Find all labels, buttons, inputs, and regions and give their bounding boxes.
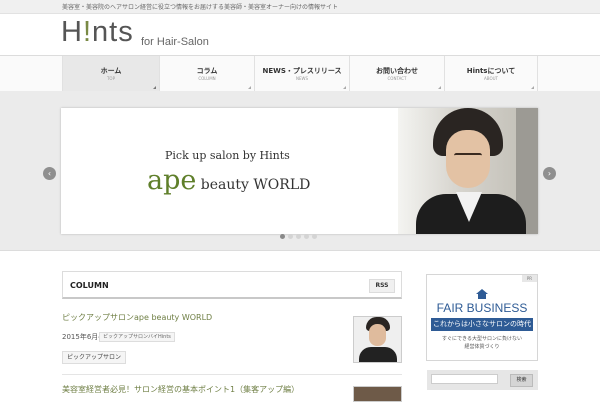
photo-face xyxy=(446,130,490,188)
post-divider xyxy=(62,374,402,375)
post-thumbnail[interactable] xyxy=(353,316,402,363)
site-tagline: 美容室・美容院のヘアサロン経営に役立つ情報をお届けする美容師・美容室オーナー向け… xyxy=(62,4,339,11)
site-logo[interactable]: H!nts xyxy=(61,18,134,47)
thumb-body xyxy=(359,347,397,362)
house-icon xyxy=(476,289,488,299)
slider-pagination xyxy=(280,224,320,239)
nav-item-label: NEWS・プレスリリース xyxy=(262,67,342,75)
nav-item-label: Hintsについて xyxy=(466,67,516,75)
slide-kicker: Pick up salon by Hints xyxy=(165,149,290,162)
photo-eyes xyxy=(454,153,482,158)
logo-h: H xyxy=(61,16,83,48)
ad-copy-line: 経営体質づくり xyxy=(464,344,500,350)
column-title: COLUMN xyxy=(70,281,109,290)
corner-arrow-icon xyxy=(438,86,441,89)
fair-business-banner[interactable]: PR FAIR BUSINESS これからは小さなサロンの時代 すぐにできる大型… xyxy=(426,274,538,361)
nav-item-home[interactable]: ホーム TOP xyxy=(62,56,159,91)
stylist-photo xyxy=(398,108,538,234)
nav-item-about[interactable]: Hintsについて ABOUT xyxy=(444,56,538,91)
thumb-face xyxy=(369,324,386,346)
slider-dot[interactable] xyxy=(288,234,293,239)
top-info-bar: 美容室・美容院のヘアサロン経営に役立つ情報をお届けする美容師・美容室オーナー向け… xyxy=(0,0,600,14)
ad-brand-name: FAIR BUSINESS xyxy=(436,301,528,315)
global-nav: ホーム TOP コラム COLUMN NEWS・プレスリリース NEWS お問い… xyxy=(0,55,600,92)
corner-arrow-icon xyxy=(153,86,156,89)
nav-item-contact[interactable]: お問い合わせ CONTACT xyxy=(349,56,444,91)
post-title-link[interactable]: 美容室経営者必見！サロン経営の基本ポイント1（集客アップ編） xyxy=(62,384,299,395)
nav-item-sublabel: COLUMN xyxy=(198,76,216,81)
post-title-link[interactable]: ピックアップサロンape beauty WORLD xyxy=(62,312,212,323)
featured-slide[interactable]: Pick up salon by Hints ape beauty WORLD xyxy=(61,108,538,234)
corner-arrow-icon xyxy=(343,86,346,89)
slider-dot[interactable] xyxy=(296,234,301,239)
nav-item-news[interactable]: NEWS・プレスリリース NEWS xyxy=(254,56,349,91)
nav-item-label: コラム xyxy=(196,67,218,75)
slide-title: ape beauty WORLD xyxy=(147,166,310,200)
slider-dot[interactable] xyxy=(312,234,317,239)
logo-accent: ! xyxy=(82,16,93,48)
column-header: COLUMN RSS xyxy=(62,271,402,299)
sidebar-search: 検索 xyxy=(427,370,538,390)
slider-next-button[interactable]: › xyxy=(543,167,556,180)
slide-title-main: ape xyxy=(147,165,197,196)
logo-rest: nts xyxy=(92,16,134,48)
slider-prev-button[interactable]: ‹ xyxy=(43,167,56,180)
nav-item-label: お問い合わせ xyxy=(376,67,418,75)
nav-item-sublabel: CONTACT xyxy=(387,76,407,81)
search-input[interactable] xyxy=(431,374,498,384)
slider-dot[interactable] xyxy=(304,234,309,239)
nav-item-sublabel: ABOUT xyxy=(484,76,498,81)
slide-title-rest: beauty WORLD xyxy=(196,177,311,193)
nav-item-sublabel: TOP xyxy=(106,76,115,81)
logo-subtitle: for Hair-Salon xyxy=(141,36,209,48)
corner-arrow-icon xyxy=(248,86,251,89)
ad-headline: これからは小さなサロンの時代 xyxy=(431,318,533,331)
search-button[interactable]: 検索 xyxy=(510,374,533,387)
nav-item-label: ホーム xyxy=(100,67,122,75)
pr-badge: PR xyxy=(522,275,537,282)
ad-copy-line: すぐにできる大型サロンに負けない xyxy=(442,336,522,342)
nav-item-column[interactable]: コラム COLUMN xyxy=(159,56,254,91)
rss-button[interactable]: RSS xyxy=(369,279,395,293)
slider-dot[interactable] xyxy=(280,234,285,239)
nav-item-sublabel: NEWS xyxy=(295,76,308,81)
post-tag[interactable]: ピックアップサロン xyxy=(62,351,127,364)
corner-arrow-icon xyxy=(531,86,534,89)
post-category[interactable]: ピックアップサロンバイHints xyxy=(99,332,175,342)
